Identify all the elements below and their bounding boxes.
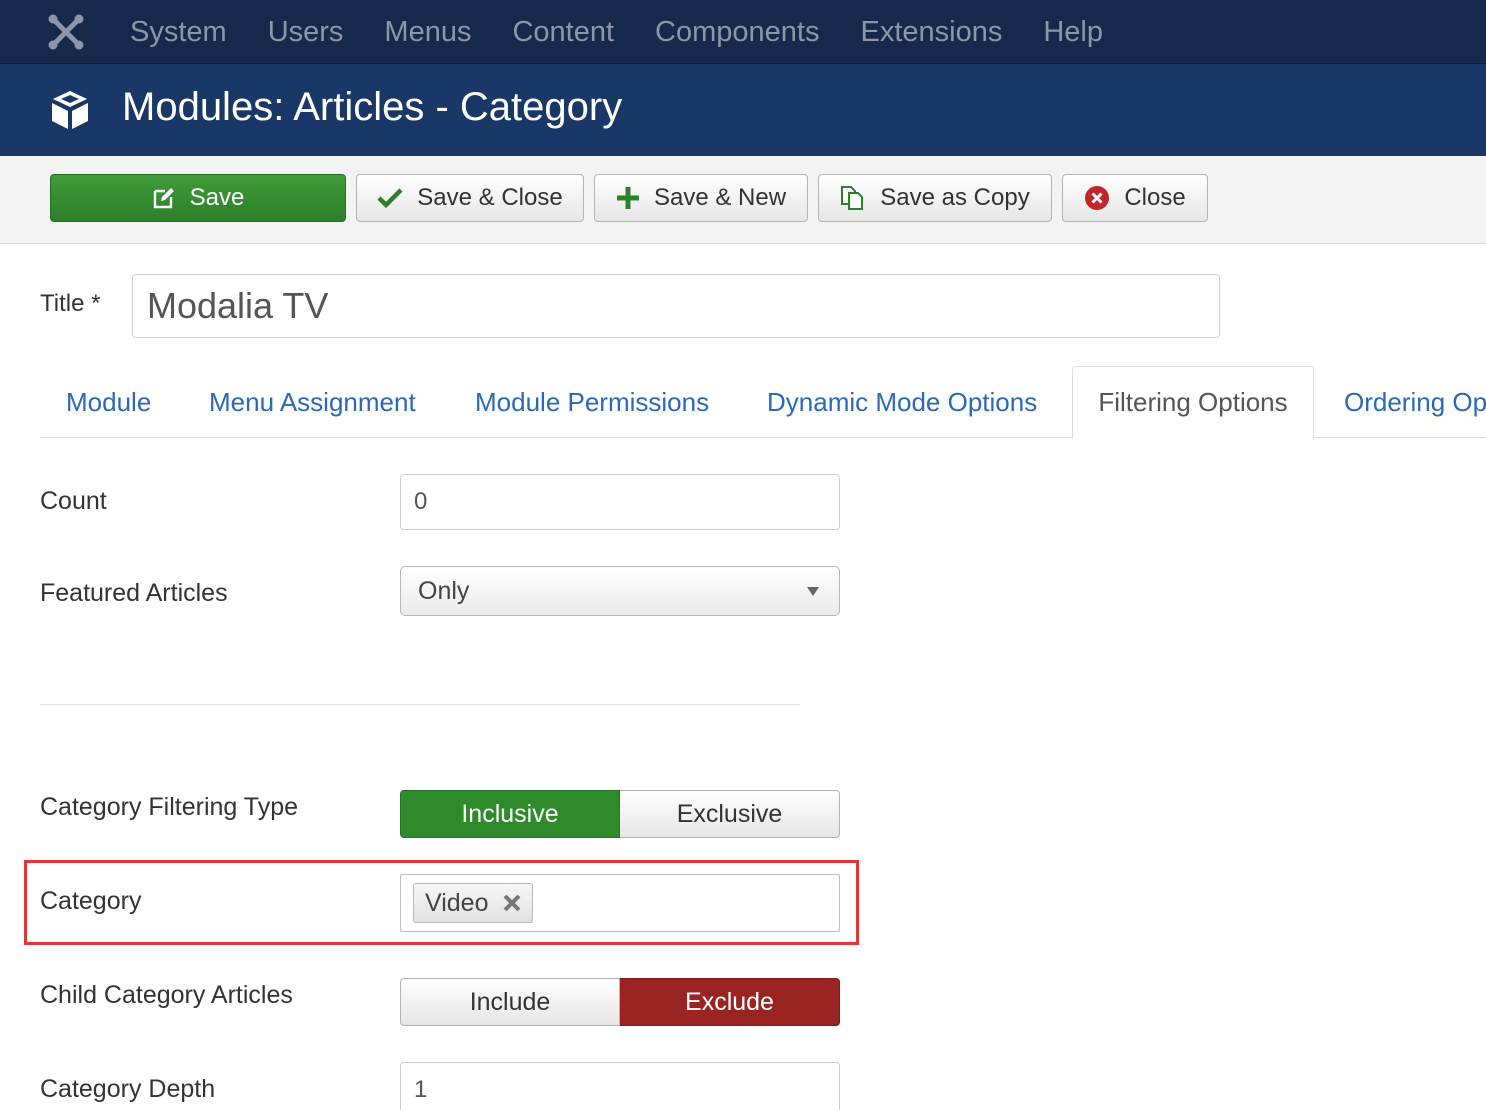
save-copy-label: Save as Copy — [880, 184, 1030, 211]
category-tag-input[interactable]: Video — [400, 874, 840, 932]
child-category-articles-label: Child Category Articles — [40, 981, 293, 1009]
child-category-articles-toggle: Include Exclude — [400, 978, 840, 1026]
cube-icon — [52, 91, 88, 129]
tab-dynamic-mode-options[interactable]: Dynamic Mode Options — [767, 366, 1037, 438]
category-tag-label: Video — [425, 888, 489, 917]
close-button[interactable]: Close — [1062, 174, 1208, 222]
save-new-button[interactable]: Save & New — [594, 174, 808, 222]
tab-bar: Module Menu Assignment Module Permission… — [40, 366, 1486, 439]
tab-module[interactable]: Module — [66, 366, 151, 438]
page-header: Modules: Articles - Category — [0, 64, 1486, 156]
tab-menu-assignment[interactable]: Menu Assignment — [209, 366, 416, 438]
featured-articles-select[interactable]: Only — [400, 566, 840, 616]
menu-users[interactable]: Users — [268, 16, 344, 49]
save-new-label: Save & New — [653, 184, 787, 211]
page-title: Modules: Articles - Category — [122, 85, 623, 129]
count-input[interactable]: 0 — [400, 474, 840, 530]
tab-ordering-options[interactable]: Ordering Op — [1344, 366, 1486, 438]
checkmark-icon — [377, 188, 403, 209]
save-label: Save — [189, 184, 245, 211]
divider — [40, 704, 800, 705]
inclusive-option[interactable]: Inclusive — [400, 790, 620, 838]
category-depth-input[interactable]: 1 — [400, 1062, 840, 1110]
menu-components[interactable]: Components — [655, 16, 819, 49]
category-filtering-type-label: Category Filtering Type — [40, 793, 298, 821]
joomla-logo-icon[interactable] — [46, 12, 86, 52]
save-button[interactable]: Save — [50, 174, 346, 222]
title-label: Title * — [40, 290, 101, 317]
toolbar: Save Save & Close Save & New Save as Cop… — [0, 156, 1486, 244]
close-circle-icon — [1085, 186, 1110, 210]
featured-articles-value: Only — [418, 576, 470, 605]
save-close-button[interactable]: Save & Close — [356, 174, 584, 222]
close-icon[interactable] — [502, 893, 522, 913]
copy-icon — [841, 186, 864, 210]
top-navbar: System Users Menus Content Components Ex… — [0, 0, 1486, 64]
tab-module-permissions[interactable]: Module Permissions — [475, 366, 709, 438]
category-filtering-type-toggle: Inclusive Exclusive — [400, 790, 840, 838]
category-label: Category — [40, 887, 142, 915]
save-copy-button[interactable]: Save as Copy — [818, 174, 1052, 222]
close-label: Close — [1124, 184, 1186, 211]
exclude-option[interactable]: Exclude — [620, 978, 840, 1026]
include-option[interactable]: Include — [400, 978, 620, 1026]
category-depth-label: Category Depth — [40, 1075, 216, 1103]
tab-filtering-options[interactable]: Filtering Options — [1072, 366, 1314, 439]
menu-menus[interactable]: Menus — [384, 16, 471, 49]
menu-extensions[interactable]: Extensions — [860, 16, 1002, 49]
caret-down-icon — [807, 587, 819, 596]
menu-help[interactable]: Help — [1043, 16, 1103, 49]
title-input[interactable]: Modalia TV — [132, 274, 1220, 338]
edit-icon — [153, 188, 174, 209]
menu-system[interactable]: System — [130, 16, 227, 49]
featured-articles-label: Featured Articles — [40, 579, 228, 607]
main-menu: System Users Menus Content Components Ex… — [130, 0, 1144, 64]
plus-icon — [616, 187, 639, 209]
save-close-label: Save & Close — [417, 184, 563, 211]
count-label: Count — [40, 487, 107, 515]
exclusive-option[interactable]: Exclusive — [620, 790, 840, 838]
menu-content[interactable]: Content — [512, 16, 614, 49]
category-tag: Video — [413, 883, 533, 923]
